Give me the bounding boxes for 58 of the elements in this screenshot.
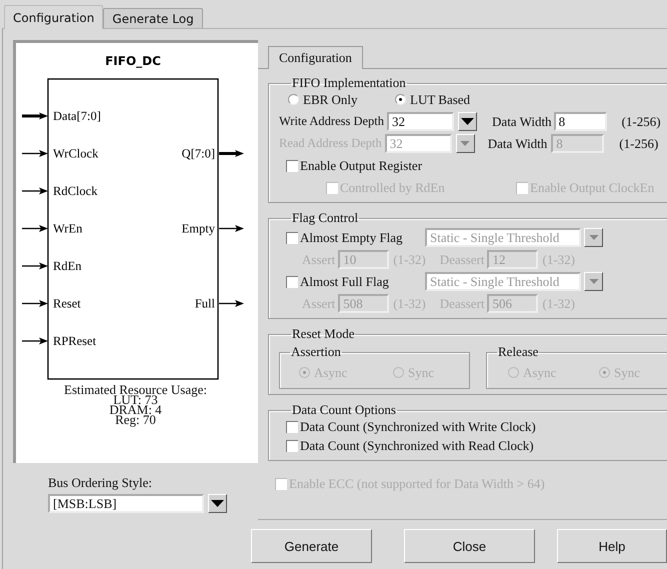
option-label: Data Count (Synchronized with Write Clock) (300, 418, 536, 434)
diagram-title: FIFO_DC (105, 54, 161, 68)
option-label: LUT Based (410, 92, 470, 108)
field-label: Data Width (492, 114, 552, 130)
range-label: (1-256) (622, 114, 661, 130)
field-label: Bus Ordering Style: (48, 475, 153, 491)
usage-line: Reg: 70 (115, 415, 156, 425)
group-title: FIFO Implementation (291, 76, 407, 90)
caret-icon (211, 500, 224, 507)
caret-icon (461, 118, 474, 125)
pin-label: Data[7:0] (53, 109, 101, 123)
group-title: Release (497, 345, 540, 359)
usage-line: DRAM: 4 (109, 405, 162, 415)
group-title: Data Count Options (291, 403, 397, 417)
checkbox[interactable] (286, 440, 298, 452)
checkbox[interactable] (286, 160, 298, 172)
pin-label: Full (194, 296, 215, 310)
pin-label: Empty (182, 222, 215, 236)
data-width-field[interactable]: 8 (554, 112, 607, 131)
range-label: (1-256) (619, 136, 658, 152)
dropdown-button[interactable] (584, 228, 603, 247)
tab[interactable]: Generate Log (103, 8, 203, 28)
field-label: Data Width (488, 136, 548, 152)
dropdown-button[interactable] (456, 134, 475, 153)
option-label: Almost Full Flag (300, 274, 389, 290)
dropdown-button[interactable] (208, 494, 227, 513)
dropdown-button[interactable] (458, 112, 478, 131)
pin-label: WrEn (53, 222, 82, 236)
action-button[interactable]: Generate (251, 529, 372, 563)
pin-label: Reset (53, 296, 81, 310)
tab[interactable]: Configuration (4, 5, 104, 29)
radio-button[interactable] (395, 94, 406, 105)
option-label: Enable Output Register (300, 158, 422, 174)
pin-label: RdEn (53, 259, 82, 273)
caret-icon (588, 279, 598, 284)
option-label: Almost Empty Flag (300, 230, 403, 246)
action-button[interactable]: Help (557, 529, 667, 563)
usage-title: Estimated Resource Usage: (64, 385, 207, 395)
field-label: Write Address Depth (279, 114, 384, 129)
usage-line: LUT: 73 (113, 395, 158, 405)
dropdown-button[interactable] (584, 272, 603, 291)
checkbox[interactable] (286, 420, 298, 432)
pin-label: RdClock (53, 184, 98, 198)
action-button[interactable]: Close (404, 529, 535, 563)
group-title: Flag Control (291, 211, 360, 225)
group-title: Assertion (290, 345, 342, 359)
tab[interactable]: Configuration (268, 46, 363, 69)
pin-label: RPReset (53, 334, 96, 348)
pin-label: WrClock (53, 146, 98, 160)
caret-icon (588, 235, 598, 240)
depth-field[interactable]: 32 (387, 112, 454, 131)
option-label: Data Count (Synchronized with Read Clock) (300, 438, 534, 454)
group-title: Reset Mode (291, 327, 356, 341)
caret-icon (460, 141, 470, 146)
radio-button[interactable] (288, 94, 299, 105)
pin-label: Q[7:0] (182, 146, 215, 160)
bus-ordering-field[interactable]: [MSB:LSB] (48, 494, 204, 513)
option-label: EBR Only (303, 92, 358, 108)
